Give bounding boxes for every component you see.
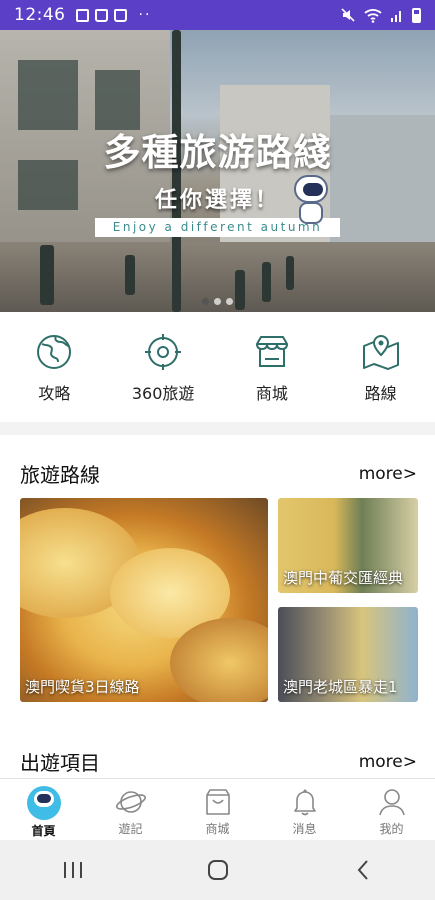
- signal-icon: [391, 10, 401, 22]
- home-robot-icon: [26, 786, 61, 820]
- system-nav-bar: [0, 840, 435, 900]
- back-icon: [357, 860, 368, 880]
- more-notifications-dots: ··: [138, 7, 152, 23]
- tab-travelogue[interactable]: 遊記: [87, 779, 174, 840]
- banner-title: 多種旅游路綫: [103, 130, 332, 174]
- trips-section: 出遊項目 more>: [0, 725, 435, 785]
- section-title: 出遊項目: [20, 751, 100, 775]
- tab-label: 我的: [379, 822, 404, 836]
- tab-shop[interactable]: 商城: [174, 779, 261, 840]
- status-time: 12:46: [14, 5, 66, 25]
- recent-apps-icon: [63, 862, 82, 878]
- quick-menu-label: 路線: [364, 384, 397, 403]
- home-icon: [207, 860, 228, 880]
- tab-profile[interactable]: 我的: [348, 779, 435, 840]
- quick-menu-shop[interactable]: 商城: [218, 312, 327, 422]
- home-button[interactable]: [188, 850, 248, 890]
- shop-notification-icon: [94, 8, 108, 22]
- wifi-icon: [364, 8, 382, 23]
- notification-icons: [75, 8, 127, 22]
- section-title: 旅遊路線: [20, 463, 100, 487]
- promo-banner[interactable]: 多種旅游路綫 任你選擇！ Enjoy a different autumn: [0, 30, 435, 312]
- tab-label: 商城: [205, 822, 230, 836]
- more-link[interactable]: more>: [359, 464, 417, 484]
- globe-icon: [37, 335, 72, 369]
- shop-icon: [255, 336, 288, 367]
- route-card[interactable]: 澳門老城區暴走1: [278, 607, 418, 702]
- battery-icon: [412, 7, 421, 23]
- route-card-caption: 澳門喫貨3日線路: [25, 678, 140, 696]
- quick-menu-guide[interactable]: 攻略: [0, 312, 109, 422]
- user-icon: [378, 789, 405, 816]
- route-card-caption: 澳門老城區暴走1: [283, 678, 398, 696]
- quick-menu: 攻略 360旅遊 商城 路線: [0, 312, 435, 422]
- more-link[interactable]: more>: [359, 752, 417, 772]
- 360-view-icon: [145, 334, 182, 370]
- tab-label: 首頁: [31, 824, 56, 838]
- quick-menu-label: 攻略: [38, 384, 71, 403]
- bollard: [40, 245, 54, 305]
- quick-menu-360[interactable]: 360旅遊: [109, 312, 218, 422]
- tab-label: 消息: [292, 822, 317, 836]
- robot-mascot-icon: [290, 175, 332, 225]
- bell-icon: [293, 789, 316, 816]
- system-status-icons: [340, 7, 421, 23]
- carousel-indicator: [0, 298, 435, 305]
- carousel-dot[interactable]: [226, 298, 233, 305]
- quick-menu-label: 商城: [255, 384, 288, 403]
- routes-section: 旅遊路線 more> 澳門喫貨3日線路 澳門中葡交匯經典 澳門老城區暴走1: [0, 435, 435, 725]
- quick-menu-label: 360旅遊: [131, 384, 195, 403]
- tab-messages[interactable]: 消息: [261, 779, 348, 840]
- back-button[interactable]: [333, 850, 393, 890]
- bollard-4: [262, 262, 271, 302]
- map-route-icon: [362, 334, 399, 370]
- shop-notification-icon-2: [113, 8, 127, 22]
- trips-section-header: 出遊項目 more>: [20, 747, 417, 776]
- route-card-caption: 澳門中葡交匯經典: [283, 569, 404, 587]
- mute-icon: [341, 8, 355, 22]
- route-card[interactable]: 澳門喫貨3日線路: [20, 498, 268, 702]
- recent-apps-button[interactable]: [43, 850, 103, 890]
- status-bar: 12:46 ··: [0, 0, 435, 30]
- carousel-dot[interactable]: [202, 298, 209, 305]
- tab-home[interactable]: 首頁: [0, 779, 87, 840]
- routes-section-header: 旅遊路線 more>: [20, 459, 417, 488]
- bottom-tab-bar: 首頁 遊記 商城 消息 我的: [0, 778, 435, 840]
- bollard-2: [125, 255, 135, 295]
- planet-icon: [115, 791, 146, 813]
- banner-subtitle: 任你選擇！: [154, 188, 280, 213]
- quick-menu-route[interactable]: 路線: [326, 312, 435, 422]
- carousel-dot[interactable]: [214, 298, 221, 305]
- shopping-bag-icon: [205, 789, 230, 815]
- gallery-notification-icon: [75, 8, 89, 22]
- bollard-5: [286, 256, 294, 290]
- tab-label: 遊記: [118, 822, 143, 836]
- route-card[interactable]: 澳門中葡交匯經典: [278, 498, 418, 593]
